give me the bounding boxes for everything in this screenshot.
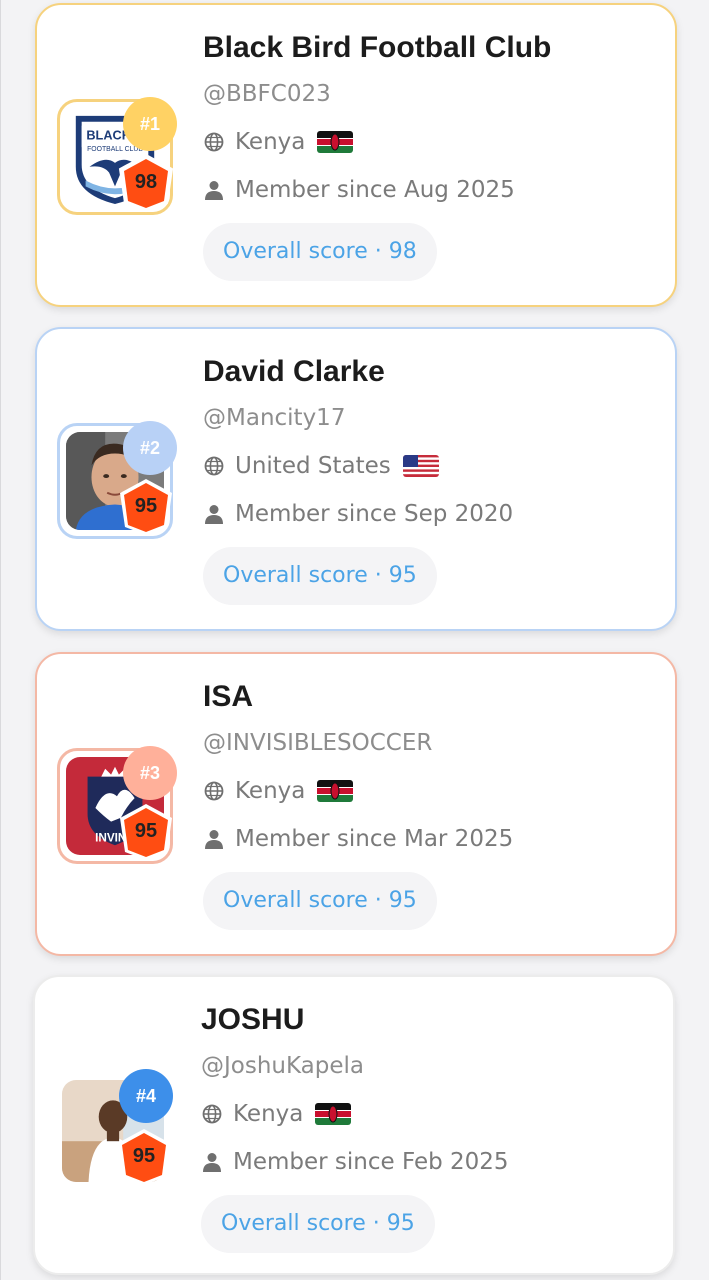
country-row: Kenya	[201, 1097, 661, 1131]
overall-score-pill[interactable]: Overall score · 95	[203, 547, 437, 605]
member-since: Member since Feb 2025	[233, 1149, 509, 1175]
kenya-flag-icon	[317, 131, 354, 153]
overall-score-pill[interactable]: Overall score · 98	[203, 223, 437, 281]
country-row: Kenya	[203, 125, 663, 159]
country-name: Kenya	[233, 1101, 304, 1127]
score-shield-icon: 95	[117, 477, 175, 537]
score-shield-icon: 95	[115, 1127, 173, 1187]
member-name[interactable]: David Clarke	[203, 351, 663, 393]
member-handle: @INVISIBLESOCCER	[203, 730, 433, 756]
member-since-row: Member since Mar 2025	[203, 822, 663, 856]
avatar[interactable]: #4 95	[55, 1069, 173, 1191]
member-handle: @JoshuKapela	[201, 1053, 364, 1079]
member-since: Member since Aug 2025	[235, 177, 515, 203]
member-since-row: Member since Aug 2025	[203, 173, 663, 207]
rank-badge: #2	[123, 421, 177, 475]
rank-badge: #3	[123, 746, 177, 800]
member-since: Member since Sep 2020	[235, 501, 514, 527]
member-info: JOSHU @JoshuKapela Kenya Member since Fe…	[201, 999, 661, 1253]
member-since-row: Member since Feb 2025	[201, 1145, 661, 1179]
kenya-flag-icon	[317, 780, 354, 802]
score-value: 95	[132, 1145, 156, 1167]
globe-icon	[203, 780, 225, 802]
leaderboard-card[interactable]: INVINC #3 95 ISA @INVISIBLESOCCER Kenya	[35, 652, 677, 956]
score-value: 95	[134, 820, 158, 842]
country-row: Kenya	[203, 774, 663, 808]
person-icon	[203, 828, 225, 850]
score-value: 95	[134, 495, 158, 517]
leaderboard-page: BLACK B FOOTBALL CLUB #1 98 Black Bird F…	[0, 0, 709, 1280]
globe-icon	[201, 1103, 223, 1125]
avatar[interactable]: INVINC #3 95	[57, 746, 177, 866]
globe-icon	[203, 131, 225, 153]
country-name: Kenya	[235, 129, 306, 155]
person-icon	[203, 503, 225, 525]
score-shield-icon: 95	[117, 802, 175, 862]
member-name[interactable]: JOSHU	[201, 999, 661, 1041]
leaderboard-card[interactable]: #2 95 David Clarke @Mancity17 United Sta…	[35, 327, 677, 631]
country-name: United States	[235, 453, 391, 479]
overall-score-pill[interactable]: Overall score · 95	[201, 1195, 435, 1253]
member-info: David Clarke @Mancity17 United States Me…	[203, 351, 663, 605]
country-name: Kenya	[235, 778, 306, 804]
rank-badge: #1	[123, 97, 177, 151]
overall-score-pill[interactable]: Overall score · 95	[203, 872, 437, 930]
member-since-row: Member since Sep 2020	[203, 497, 663, 531]
score-shield-icon: 98	[117, 153, 175, 213]
score-value: 98	[134, 171, 158, 193]
globe-icon	[203, 455, 225, 477]
leaderboard-card[interactable]: #4 95 JOSHU @JoshuKapela Kenya Member si…	[33, 975, 675, 1275]
avatar[interactable]: BLACK B FOOTBALL CLUB #1 98	[57, 97, 177, 217]
person-icon	[201, 1151, 223, 1173]
member-info: ISA @INVISIBLESOCCER Kenya Member since …	[203, 676, 663, 930]
member-name[interactable]: ISA	[203, 676, 663, 718]
avatar[interactable]: #2 95	[57, 421, 177, 541]
member-since: Member since Mar 2025	[235, 826, 514, 852]
usa-flag-icon	[402, 455, 439, 477]
kenya-flag-icon	[315, 1103, 352, 1125]
member-handle: @Mancity17	[203, 405, 346, 431]
member-name[interactable]: Black Bird Football Club	[203, 27, 663, 69]
person-icon	[203, 179, 225, 201]
rank-badge: #4	[119, 1069, 173, 1123]
member-info: Black Bird Football Club @BBFC023 Kenya …	[203, 27, 663, 281]
country-row: United States	[203, 449, 663, 483]
leaderboard-card[interactable]: BLACK B FOOTBALL CLUB #1 98 Black Bird F…	[35, 3, 677, 307]
member-handle: @BBFC023	[203, 81, 331, 107]
